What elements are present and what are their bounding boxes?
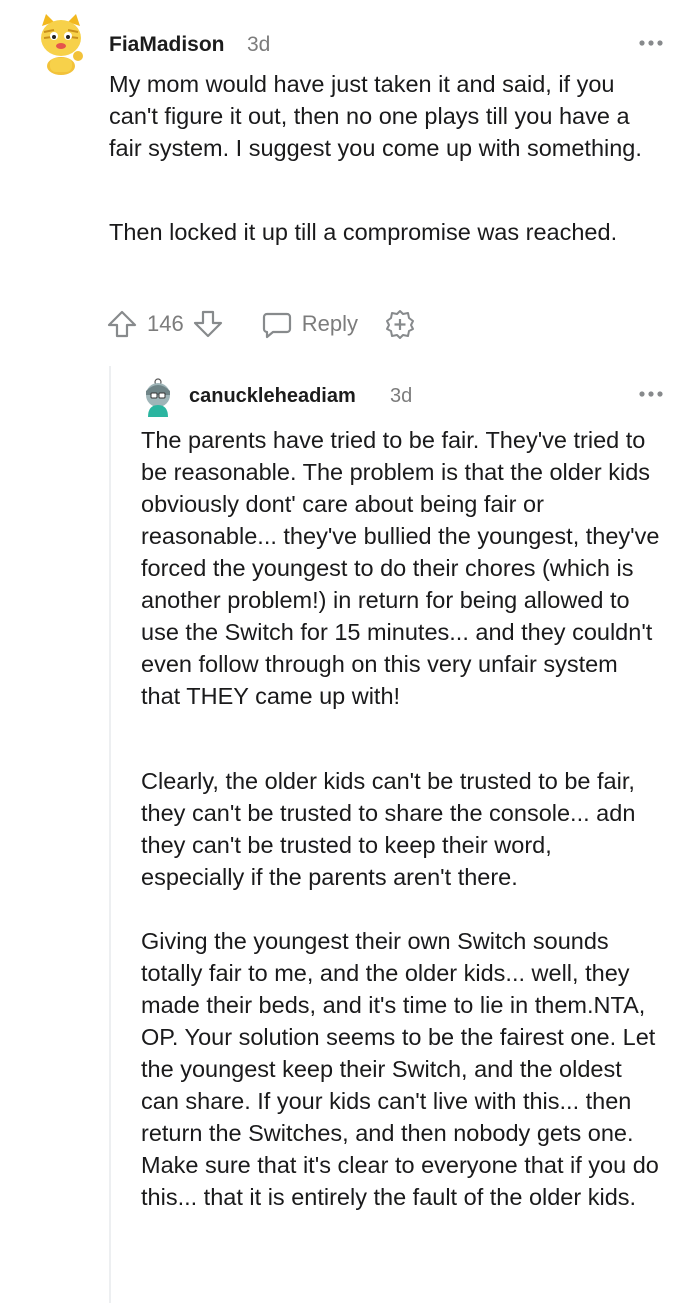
comment-body-paragraph: Giving the youngest their own Switch sou…: [141, 928, 659, 1210]
comment-actions: 146 Reply: [106, 306, 416, 342]
arrow-down-icon: [193, 310, 222, 338]
thread-line[interactable]: [109, 366, 111, 1303]
vote-score: 146: [147, 311, 184, 336]
plus-badge-icon: [385, 310, 414, 339]
comment-body-paragraph: Then locked it up till a compromise was …: [109, 219, 618, 245]
more-options-button[interactable]: [638, 387, 668, 401]
ellipsis-icon: [639, 40, 663, 46]
comment-body-paragraph: Clearly, the older kids can't be trusted…: [141, 768, 636, 890]
comment-body-paragraph: The parents have tried to be fair. They'…: [141, 427, 660, 709]
comment-timestamp: 3d: [247, 33, 271, 56]
avatar[interactable]: [36, 12, 86, 76]
reply-button[interactable]: Reply: [261, 308, 358, 340]
ellipsis-icon: [639, 391, 663, 397]
upvote-button[interactable]: [106, 308, 138, 340]
award-button[interactable]: [384, 308, 416, 340]
comment-author[interactable]: FiaMadison: [109, 33, 225, 57]
comment-body-paragraph: My mom would have just taken it and said…: [109, 71, 642, 161]
speech-bubble-icon: [262, 312, 291, 339]
more-options-button[interactable]: [638, 36, 668, 50]
reply-label: Reply: [301, 311, 358, 336]
comment-timestamp: 3d: [390, 385, 413, 407]
avatar[interactable]: [140, 377, 176, 417]
arrow-up-icon: [107, 310, 137, 338]
downvote-button[interactable]: [192, 308, 224, 340]
comment-author[interactable]: canuckleheadiam: [189, 385, 356, 408]
